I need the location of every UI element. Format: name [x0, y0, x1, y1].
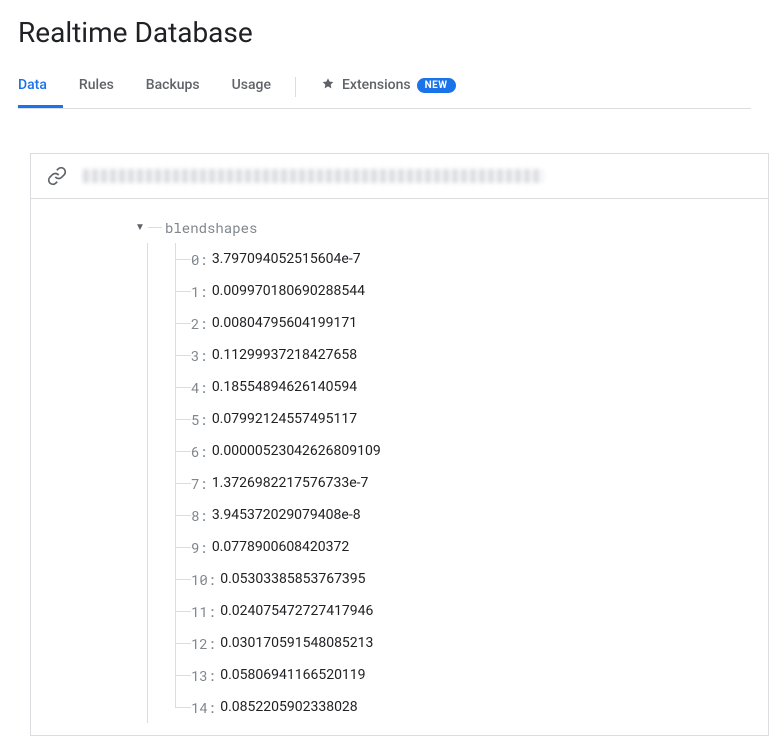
- tree-item[interactable]: 5: 0.07992124557495117: [31, 403, 768, 435]
- data-tree: ▼ blendshapes 0: 3.797094052515604e-71: …: [30, 198, 769, 736]
- tree-item-key: 3:: [191, 346, 208, 365]
- new-badge: NEW: [417, 78, 456, 93]
- tree-item-value: 0.00804795604199171: [212, 315, 357, 331]
- collapse-icon[interactable]: ▼: [135, 222, 145, 233]
- tree-item-key: 1:: [191, 282, 208, 301]
- tab-extensions-label: Extensions: [342, 77, 411, 93]
- tree-item[interactable]: 8: 3.945372029079408e-8: [31, 499, 768, 531]
- tab-divider: [295, 77, 296, 97]
- tree-item[interactable]: 9: 0.0778900608420372: [31, 531, 768, 563]
- tree-item-key: 6:: [191, 442, 208, 461]
- link-icon[interactable]: [47, 166, 67, 186]
- tree-item-key: 12:: [191, 634, 216, 653]
- tree-item-key: 0:: [191, 250, 208, 269]
- tree-item-value: 0.009970180690288544: [212, 283, 365, 299]
- tree-item[interactable]: 13: 0.05806941166520119: [31, 659, 768, 691]
- tree-root-key: blendshapes: [165, 218, 257, 237]
- tree-item-key: 7:: [191, 474, 208, 493]
- tree-item-key: 5:: [191, 410, 208, 429]
- tree-item[interactable]: 2: 0.00804795604199171: [31, 307, 768, 339]
- tree-item-key: 11:: [191, 602, 216, 621]
- tab-rules[interactable]: Rules: [63, 65, 130, 108]
- tab-backups[interactable]: Backups: [130, 65, 216, 108]
- tree-item-key: 14:: [191, 698, 216, 717]
- tree-item[interactable]: 6: 0.00000523042626809109: [31, 435, 768, 467]
- tree-item-value: 0.18554894626140594: [212, 379, 357, 395]
- tree-item[interactable]: 11: 0.024075472727417946: [31, 595, 768, 627]
- tree-item-key: 9:: [191, 538, 208, 557]
- tree-item[interactable]: 1: 0.009970180690288544: [31, 275, 768, 307]
- tab-usage[interactable]: Usage: [216, 65, 287, 108]
- database-url[interactable]: [83, 169, 543, 183]
- tree-children: 0: 3.797094052515604e-71: 0.009970180690…: [31, 243, 768, 723]
- tree-item[interactable]: 10: 0.05303385853767395: [31, 563, 768, 595]
- tree-item-key: 13:: [191, 666, 216, 685]
- tree-item-value: 0.11299937218427658: [212, 347, 357, 363]
- tree-item-value: 3.945372029079408e-8: [212, 507, 361, 523]
- tree-item[interactable]: 7: 1.3726982217576733e-7: [31, 467, 768, 499]
- tree-item-value: 0.00000523042626809109: [212, 443, 381, 459]
- tree-item-value: 0.05303385853767395: [220, 571, 365, 587]
- tab-data[interactable]: Data: [18, 65, 63, 108]
- tree-item-value: 0.0852205902338028: [220, 699, 357, 715]
- tree-item-value: 0.030170591548085213: [220, 635, 373, 651]
- tree-item-value: 0.0778900608420372: [212, 539, 349, 555]
- tree-root-node[interactable]: ▼ blendshapes: [31, 211, 768, 243]
- tree-item-key: 8:: [191, 506, 208, 525]
- tree-item[interactable]: 14: 0.0852205902338028: [31, 691, 768, 723]
- tree-item-key: 2:: [191, 314, 208, 333]
- tree-item-key: 4:: [191, 378, 208, 397]
- tree-item-value: 1.3726982217576733e-7: [212, 475, 369, 491]
- tree-item-value: 0.024075472727417946: [220, 603, 373, 619]
- tree-item-value: 0.05806941166520119: [220, 667, 365, 683]
- tree-item-value: 3.797094052515604e-7: [212, 251, 361, 267]
- tree-item[interactable]: 12: 0.030170591548085213: [31, 627, 768, 659]
- page-title: Realtime Database: [18, 16, 751, 49]
- tree-item[interactable]: 4: 0.18554894626140594: [31, 371, 768, 403]
- tree-item[interactable]: 3: 0.11299937218427658: [31, 339, 768, 371]
- tree-item-key: 10:: [191, 570, 216, 589]
- tree-item[interactable]: 0: 3.797094052515604e-7: [31, 243, 768, 275]
- tabs-bar: Data Rules Backups Usage Extensions NEW: [18, 65, 751, 109]
- tab-extensions[interactable]: Extensions NEW: [304, 65, 472, 108]
- extensions-icon: [320, 77, 336, 93]
- tree-item-value: 0.07992124557495117: [212, 411, 357, 427]
- database-url-bar: [30, 153, 769, 198]
